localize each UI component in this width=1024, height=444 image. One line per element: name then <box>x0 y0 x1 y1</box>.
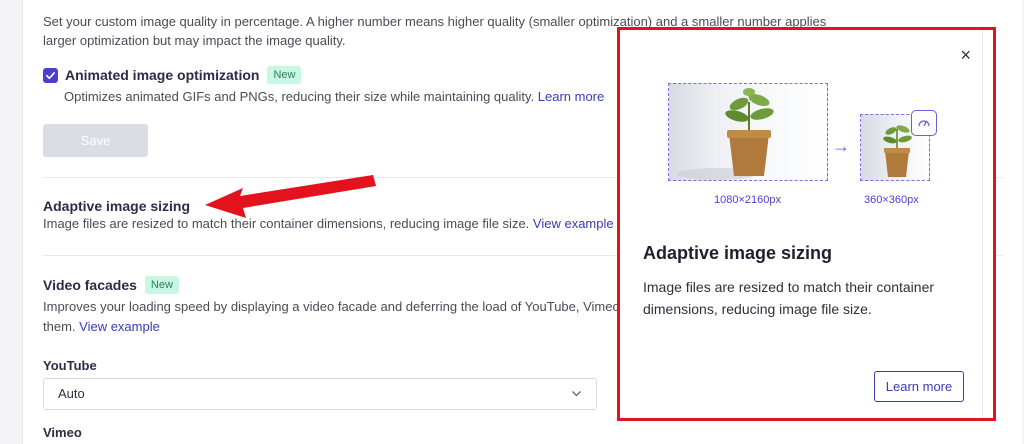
adaptive-sizing-popup: × → 1080×2160px 360×360px Adaptive image… <box>617 27 996 421</box>
arrow-right-icon: → <box>832 136 850 156</box>
close-icon[interactable]: × <box>960 46 971 64</box>
large-image-preview <box>668 83 828 181</box>
popup-title: Adaptive image sizing <box>643 243 833 263</box>
learn-more-button[interactable]: Learn more <box>874 371 964 402</box>
gauge-icon <box>911 110 937 136</box>
large-dimension-label: 1080×2160px <box>714 194 781 206</box>
plant-image <box>677 88 774 180</box>
popup-description: Image files are resized to match their c… <box>643 279 935 317</box>
popup-scrollbar[interactable] <box>982 30 983 418</box>
small-dimension-label: 360×360px <box>864 194 919 206</box>
